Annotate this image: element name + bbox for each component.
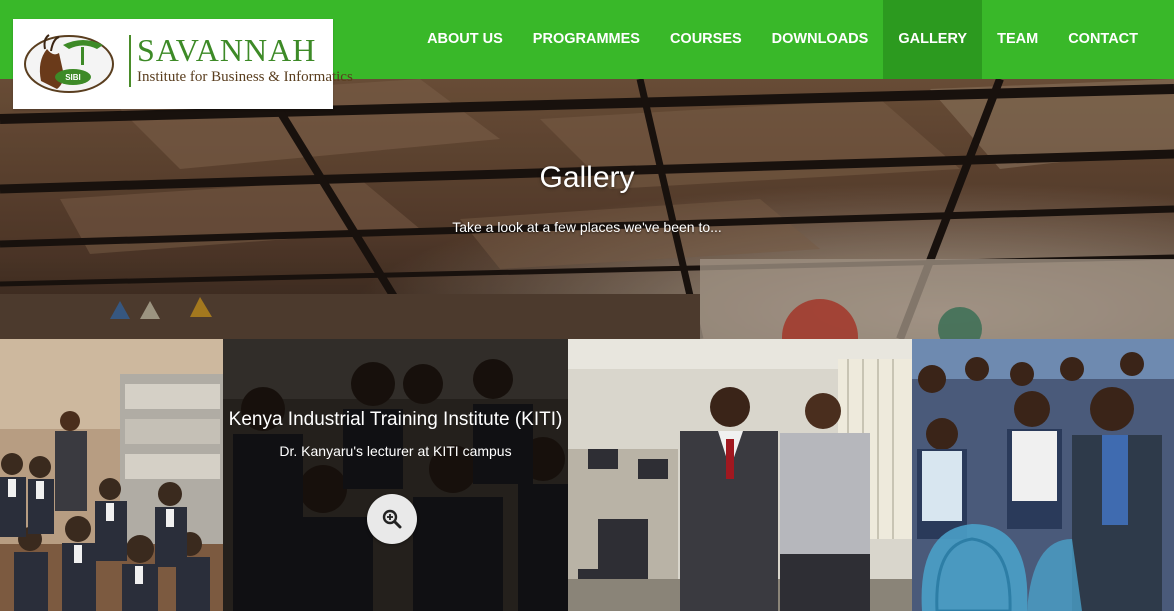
logo-tagline: Institute for Business & Informatics: [137, 69, 353, 85]
nav-gallery[interactable]: GALLERY: [883, 0, 983, 79]
nav-courses[interactable]: COURSES: [655, 0, 757, 79]
zoom-in-icon: [382, 509, 402, 529]
hero-banner: Gallery Take a look at a few places we'v…: [0, 79, 1174, 339]
gallery-caption-title: Kenya Industrial Training Institute (KIT…: [228, 409, 563, 430]
gallery-item-classroom[interactable]: [0, 339, 223, 611]
main-menu: ABOUT US PROGRAMMES COURSES DOWNLOADS GA…: [412, 0, 1174, 79]
nav-programmes[interactable]: PROGRAMMES: [518, 0, 655, 79]
hover-overlay: [223, 339, 568, 611]
gallery-grid: Kenya Industrial Training Institute (KIT…: [0, 339, 1174, 611]
nav-about-us[interactable]: ABOUT US: [412, 0, 518, 79]
svg-text:SIBI: SIBI: [65, 73, 81, 82]
zoom-button[interactable]: [367, 494, 417, 544]
gallery-item-students[interactable]: [912, 339, 1174, 611]
gallery-caption-subtitle: Dr. Kanyaru's lecturer at KITI campus: [279, 443, 512, 459]
page-title: Gallery: [539, 161, 635, 194]
nav-downloads[interactable]: DOWNLOADS: [757, 0, 884, 79]
gallery-item-computer-lab[interactable]: [568, 339, 912, 611]
students-photo: [912, 339, 1174, 611]
antelope-emblem-icon: SIBI: [24, 34, 114, 93]
logo-divider: [129, 35, 131, 87]
nav-contact[interactable]: CONTACT: [1053, 0, 1174, 79]
nav-team[interactable]: TEAM: [982, 0, 1053, 79]
classroom-photo: [0, 339, 223, 611]
gallery-item-kiti[interactable]: Kenya Industrial Training Institute (KIT…: [223, 339, 568, 611]
navbar: SIBI SAVANNAH Institute for Business & I…: [0, 0, 1174, 109]
logo-name: SAVANNAH: [137, 32, 317, 68]
site-logo[interactable]: SIBI SAVANNAH Institute for Business & I…: [13, 19, 353, 109]
computer-lab-photo: [568, 339, 912, 611]
hero-background-image: [0, 79, 1174, 339]
page-subtitle: Take a look at a few places we've been t…: [452, 219, 722, 235]
